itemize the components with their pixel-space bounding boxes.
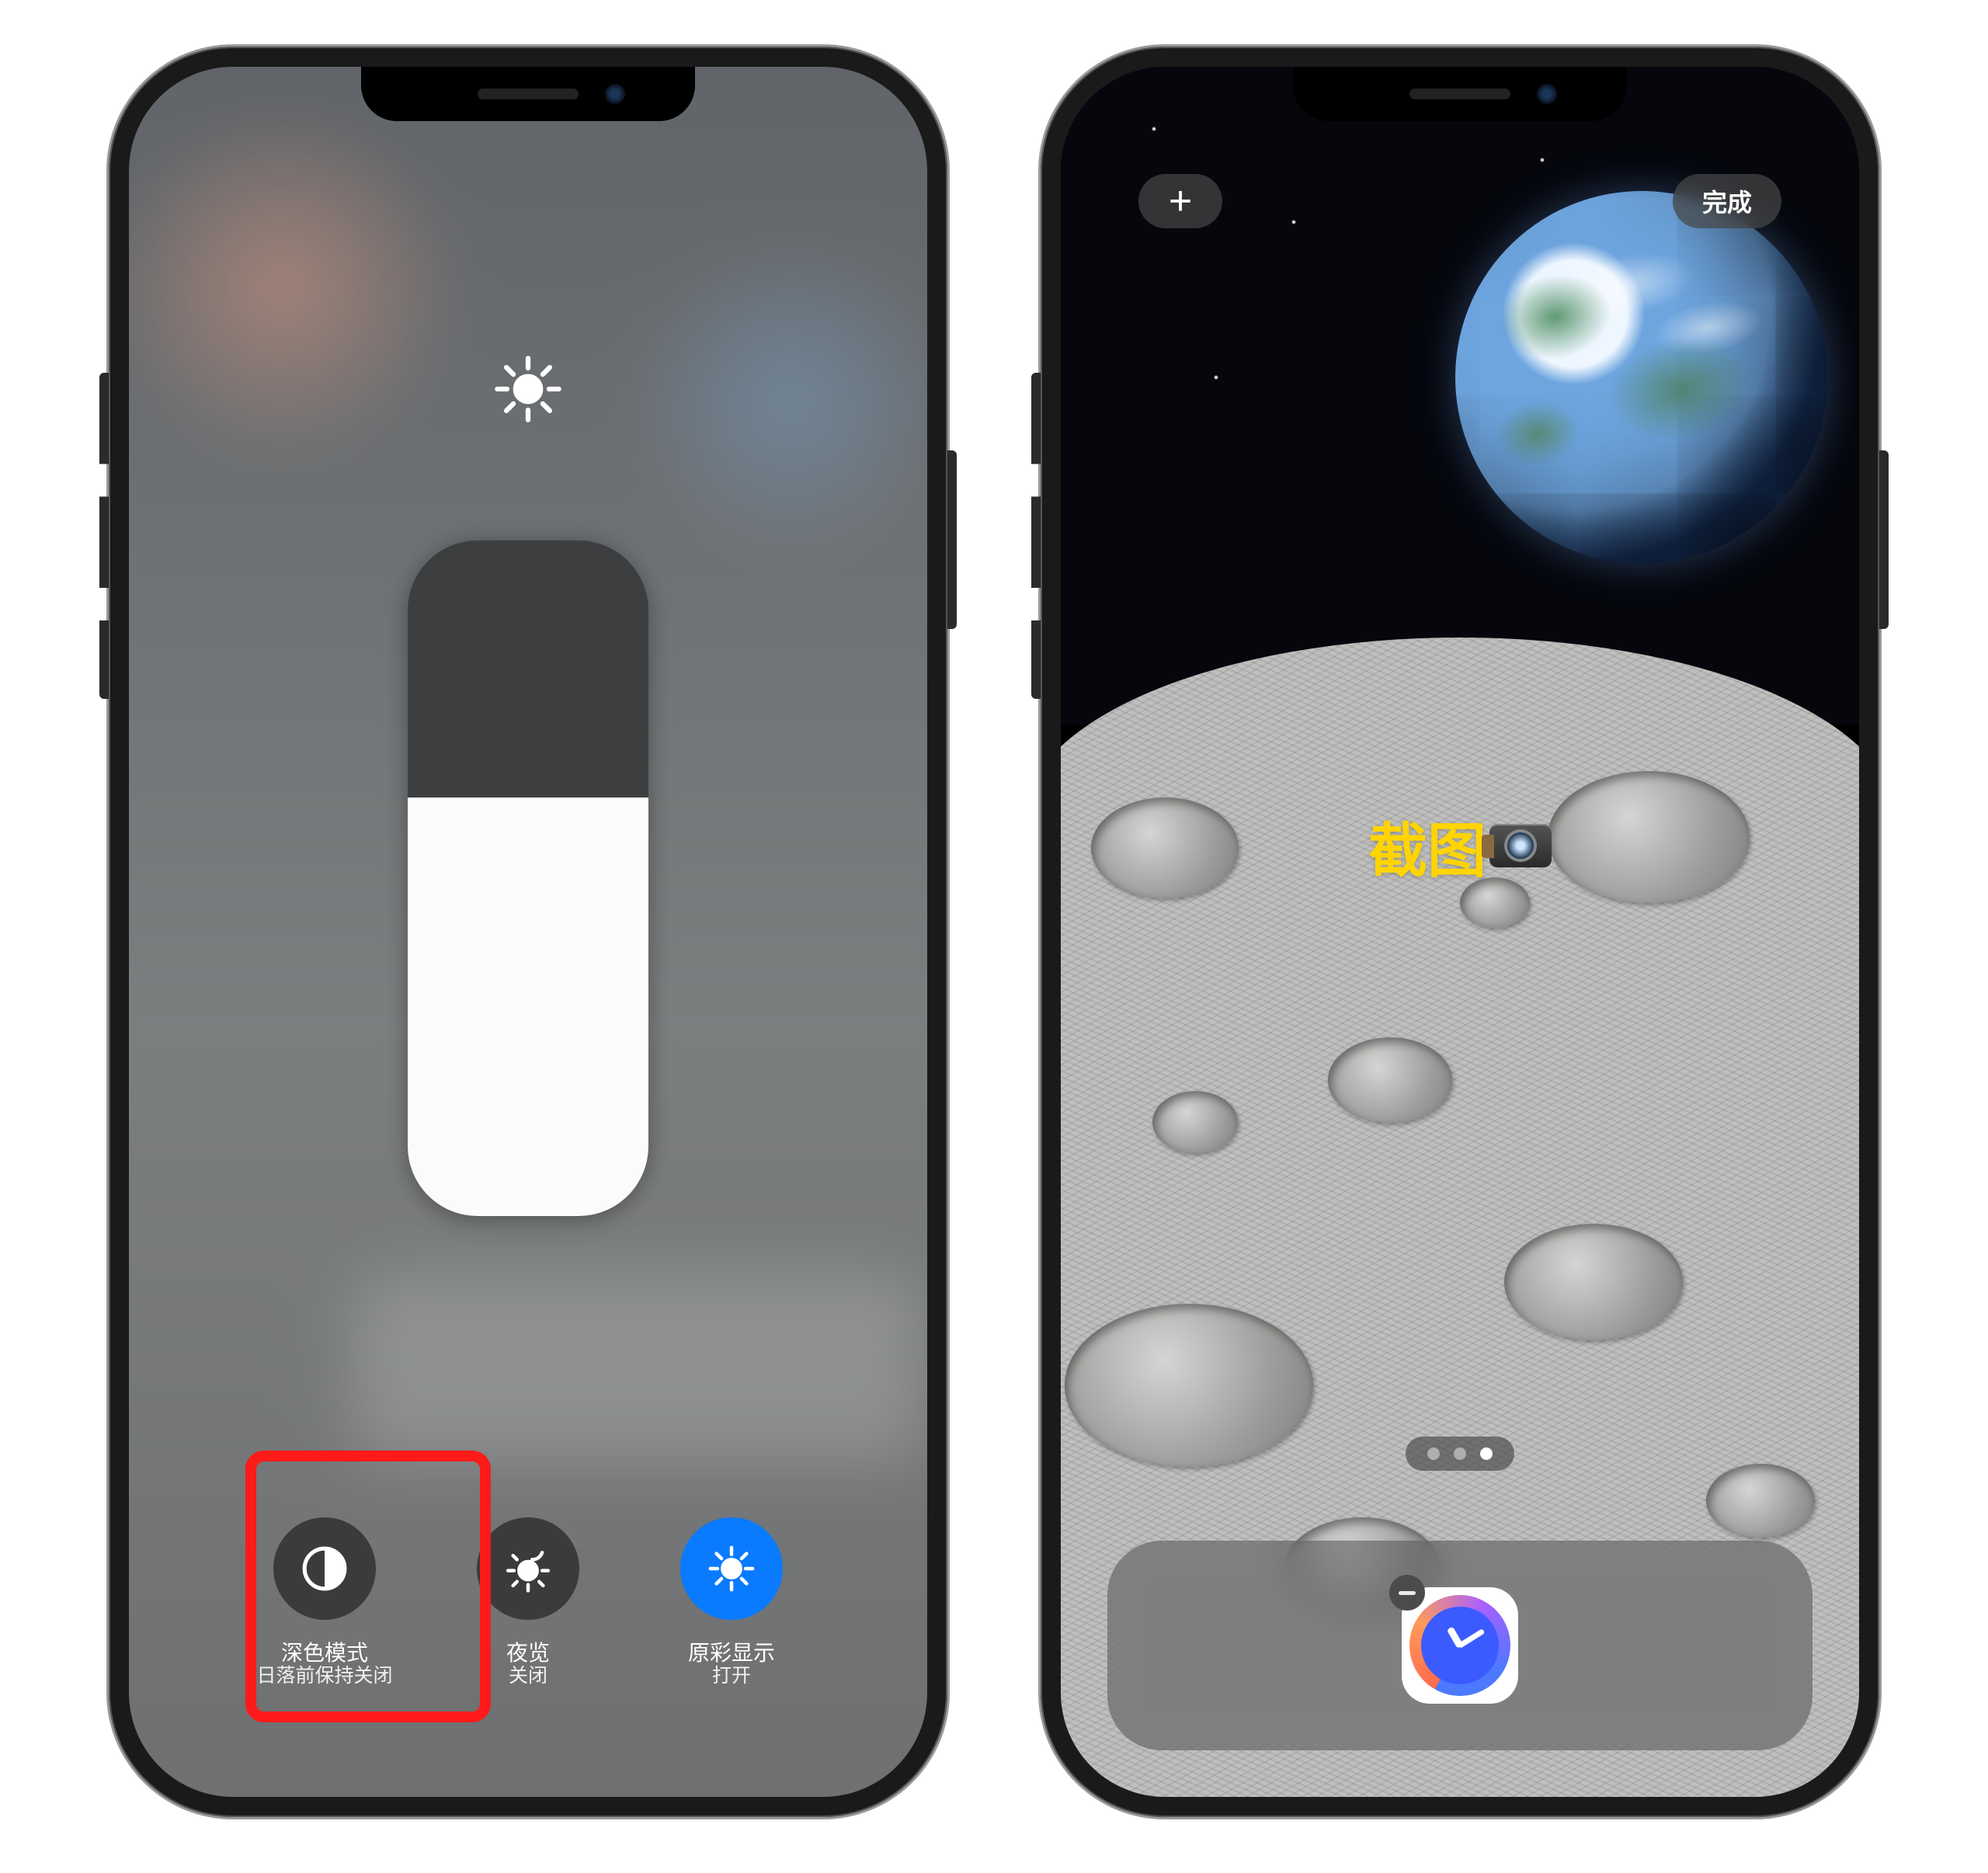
remove-app-badge[interactable] <box>1389 1575 1425 1611</box>
night-shift-subtitle: 关闭 <box>509 1660 547 1688</box>
true-tone-button[interactable]: 原彩显示 打开 <box>638 1517 825 1688</box>
wallpaper <box>1061 67 1859 1797</box>
phone-right: + 完成 截图 <box>1041 47 1879 1817</box>
camera-icon <box>1489 824 1552 867</box>
screenshot-watermark: 截图 <box>1368 803 1552 888</box>
clock-app-icon[interactable] <box>1402 1587 1518 1704</box>
true-tone-icon <box>680 1517 783 1620</box>
earth-illustration <box>1426 162 1858 593</box>
notch <box>361 67 695 121</box>
highlight-box <box>245 1451 491 1722</box>
done-button[interactable]: 完成 <box>1673 174 1781 228</box>
page-indicator[interactable] <box>1406 1437 1514 1471</box>
plus-icon: + <box>1169 178 1192 224</box>
brightness-icon <box>493 354 563 424</box>
done-label: 完成 <box>1702 183 1752 219</box>
add-widget-button[interactable]: + <box>1138 174 1222 228</box>
screen-right: + 完成 截图 <box>1061 67 1859 1797</box>
dock <box>1107 1541 1812 1750</box>
notch <box>1293 67 1627 121</box>
phone-left: 深色模式 日落前保持关闭 夜览 关闭 <box>109 47 947 1817</box>
brightness-fill <box>408 798 648 1216</box>
screen-left: 深色模式 日落前保持关闭 夜览 关闭 <box>129 67 927 1797</box>
night-shift-icon <box>477 1517 579 1620</box>
true-tone-subtitle: 打开 <box>712 1660 751 1688</box>
brightness-slider[interactable] <box>408 540 648 1216</box>
